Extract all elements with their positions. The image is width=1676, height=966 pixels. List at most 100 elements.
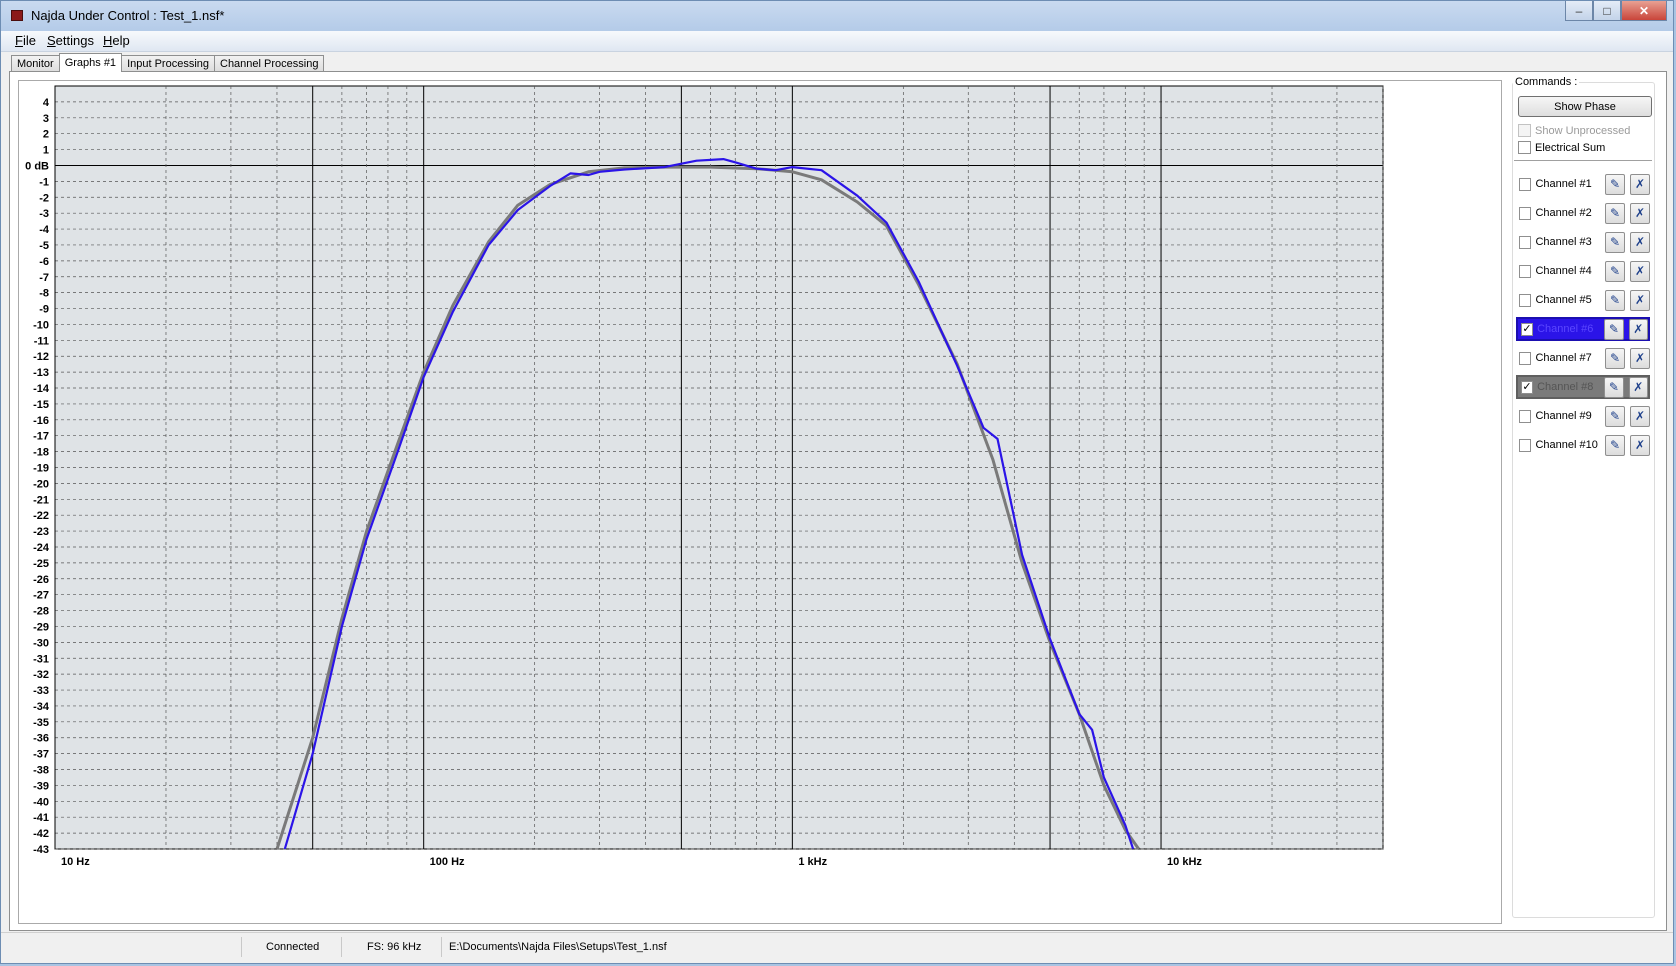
minimize-icon[interactable]: – bbox=[1565, 1, 1593, 21]
show-unprocessed-label: Show Unprocessed bbox=[1535, 124, 1631, 137]
channel-checkbox[interactable] bbox=[1519, 409, 1532, 423]
channel-row[interactable]: Channel #7 ✎ ✗ bbox=[1516, 346, 1651, 370]
channel-row[interactable]: Channel #5 ✎ ✗ bbox=[1516, 288, 1651, 312]
y-tick-label: -27 bbox=[33, 590, 49, 602]
channel-checkbox[interactable]: ✓ bbox=[1521, 322, 1534, 336]
y-tick-label: -15 bbox=[33, 399, 49, 411]
y-tick-label: -7 bbox=[39, 272, 49, 284]
show-unprocessed-box[interactable] bbox=[1518, 124, 1531, 137]
edit-curve-icon[interactable]: ✎ bbox=[1604, 347, 1625, 369]
channel-label: Channel #5 bbox=[1535, 294, 1592, 306]
y-tick-label: -37 bbox=[33, 749, 49, 761]
y-tick-label: -22 bbox=[33, 510, 49, 522]
clear-curve-icon[interactable]: ✗ bbox=[1629, 289, 1651, 311]
menu-help[interactable]: Help bbox=[103, 33, 130, 48]
y-tick-label: -5 bbox=[39, 240, 49, 252]
channel-checkbox[interactable]: ✓ bbox=[1521, 380, 1534, 394]
channel-label: Channel #2 bbox=[1535, 207, 1592, 219]
close-icon[interactable]: ✕ bbox=[1621, 1, 1667, 21]
y-tick-label: -12 bbox=[33, 351, 49, 363]
y-tick-label: -8 bbox=[39, 288, 49, 300]
tab-monitor[interactable]: Monitor bbox=[11, 55, 60, 72]
menu-settings[interactable]: Settings bbox=[47, 33, 94, 48]
channel-label: Channel #4 bbox=[1535, 265, 1592, 277]
y-tick-label: -33 bbox=[33, 685, 49, 697]
channel-label: Channel #8 bbox=[1537, 381, 1594, 393]
y-tick-label: -23 bbox=[33, 526, 49, 538]
channel-checkbox[interactable] bbox=[1519, 293, 1532, 307]
clear-curve-icon[interactable]: ✗ bbox=[1629, 260, 1651, 282]
channel-row[interactable]: Channel #10 ✎ ✗ bbox=[1516, 433, 1651, 457]
channel-row[interactable]: ✓ Channel #8 ✎ ✗ bbox=[1516, 375, 1650, 399]
y-tick-label: -32 bbox=[33, 669, 49, 681]
y-tick-label: -11 bbox=[34, 335, 49, 347]
channel-checkbox[interactable] bbox=[1519, 351, 1532, 365]
clear-curve-icon[interactable]: ✗ bbox=[1629, 202, 1651, 224]
clear-curve-icon[interactable]: ✗ bbox=[1629, 347, 1651, 369]
y-tick-label: -9 bbox=[39, 304, 49, 316]
frequency-response-graph[interactable]: 4 3 2 1 0 dB -1 -2 -3 -4 -5 -6 -7 -8 -9 -10 -11 -12 -13 -1… bbox=[19, 81, 1501, 923]
y-tick-label: 0 dB bbox=[25, 160, 49, 172]
channel-checkbox[interactable] bbox=[1519, 235, 1532, 249]
window-controls: – □ ✕ bbox=[1565, 1, 1667, 21]
menu-file[interactable]: File bbox=[15, 33, 36, 48]
edit-curve-icon[interactable]: ✎ bbox=[1604, 202, 1625, 224]
commands-label: Commands : bbox=[1513, 76, 1580, 88]
edit-curve-icon[interactable]: ✎ bbox=[1604, 318, 1624, 340]
channel-row[interactable]: Channel #3 ✎ ✗ bbox=[1516, 230, 1651, 254]
edit-curve-icon[interactable]: ✎ bbox=[1604, 231, 1625, 253]
channel-label: Channel #1 bbox=[1535, 178, 1592, 190]
edit-curve-icon[interactable]: ✎ bbox=[1604, 260, 1625, 282]
edit-curve-icon[interactable]: ✎ bbox=[1604, 173, 1625, 195]
edit-curve-icon[interactable]: ✎ bbox=[1604, 434, 1625, 456]
separator bbox=[1514, 160, 1652, 161]
maximize-icon[interactable]: □ bbox=[1593, 1, 1621, 21]
status-sample-rate: FS: 96 kHz bbox=[367, 941, 422, 953]
y-tick-label: 4 bbox=[43, 97, 50, 109]
clear-curve-icon[interactable]: ✗ bbox=[1629, 173, 1651, 195]
y-tick-label: -16 bbox=[33, 415, 49, 427]
show-unprocessed-checkbox[interactable]: Show Unprocessed bbox=[1518, 124, 1630, 137]
show-phase-button[interactable]: Show Phase bbox=[1518, 96, 1652, 117]
clear-curve-icon[interactable]: ✗ bbox=[1628, 318, 1648, 340]
y-tick-label: -17 bbox=[33, 431, 49, 443]
channel-checkbox[interactable] bbox=[1519, 177, 1532, 191]
channel-checkbox[interactable] bbox=[1519, 438, 1532, 452]
graph-panel[interactable]: 4 3 2 1 0 dB -1 -2 -3 -4 -5 -6 -7 -8 -9 -10 -11 -12 -13 -1… bbox=[18, 80, 1502, 924]
channel-checkbox[interactable] bbox=[1519, 206, 1532, 220]
channel-checkbox[interactable] bbox=[1519, 264, 1532, 278]
edit-curve-icon[interactable]: ✎ bbox=[1604, 289, 1625, 311]
menu-bar: File Settings Help bbox=[1, 31, 1673, 52]
edit-curve-icon[interactable]: ✎ bbox=[1604, 405, 1625, 427]
electrical-sum-checkbox[interactable]: Electrical Sum bbox=[1518, 141, 1605, 154]
edit-curve-icon[interactable]: ✎ bbox=[1604, 376, 1624, 398]
y-tick-label: -43 bbox=[33, 844, 49, 856]
y-tick-label: -14 bbox=[33, 383, 50, 395]
clear-curve-icon[interactable]: ✗ bbox=[1629, 434, 1651, 456]
channel-row[interactable]: Channel #9 ✎ ✗ bbox=[1516, 404, 1651, 428]
clear-curve-icon[interactable]: ✗ bbox=[1629, 231, 1651, 253]
y-tick-label: -40 bbox=[33, 796, 49, 808]
electrical-sum-box[interactable] bbox=[1518, 141, 1531, 154]
y-tick-label: 1 bbox=[43, 145, 49, 157]
x-tick-label: 1 kHz bbox=[798, 856, 827, 868]
clear-curve-icon[interactable]: ✗ bbox=[1629, 405, 1651, 427]
y-tick-label: 2 bbox=[43, 129, 49, 141]
y-tick-label: -20 bbox=[33, 478, 49, 490]
app-icon bbox=[11, 10, 23, 21]
status-file-path: E:\Documents\Najda Files\Setups\Test_1.n… bbox=[449, 941, 667, 953]
tab-graphs[interactable]: Graphs #1 bbox=[58, 53, 123, 72]
title-bar[interactable]: Najda Under Control : Test_1.nsf* – □ ✕ bbox=[1, 1, 1673, 32]
channel-row[interactable]: ✓ Channel #6 ✎ ✗ bbox=[1516, 317, 1650, 341]
tab-channel-processing[interactable]: Channel Processing bbox=[214, 55, 325, 72]
y-tick-label: -4 bbox=[39, 224, 50, 236]
tab-content: 4 3 2 1 0 dB -1 -2 -3 -4 -5 -6 -7 -8 -9 -10 -11 -12 -13 -1… bbox=[9, 71, 1667, 931]
status-divider bbox=[241, 937, 242, 957]
channel-row[interactable]: Channel #2 ✎ ✗ bbox=[1516, 201, 1651, 225]
clear-curve-icon[interactable]: ✗ bbox=[1628, 376, 1648, 398]
tab-input-processing[interactable]: Input Processing bbox=[121, 55, 215, 72]
channel-row[interactable]: Channel #1 ✎ ✗ bbox=[1516, 172, 1651, 196]
channel-row[interactable]: Channel #4 ✎ ✗ bbox=[1516, 259, 1651, 283]
y-tick-label: -6 bbox=[39, 256, 49, 268]
y-tick-label: -42 bbox=[33, 828, 49, 840]
